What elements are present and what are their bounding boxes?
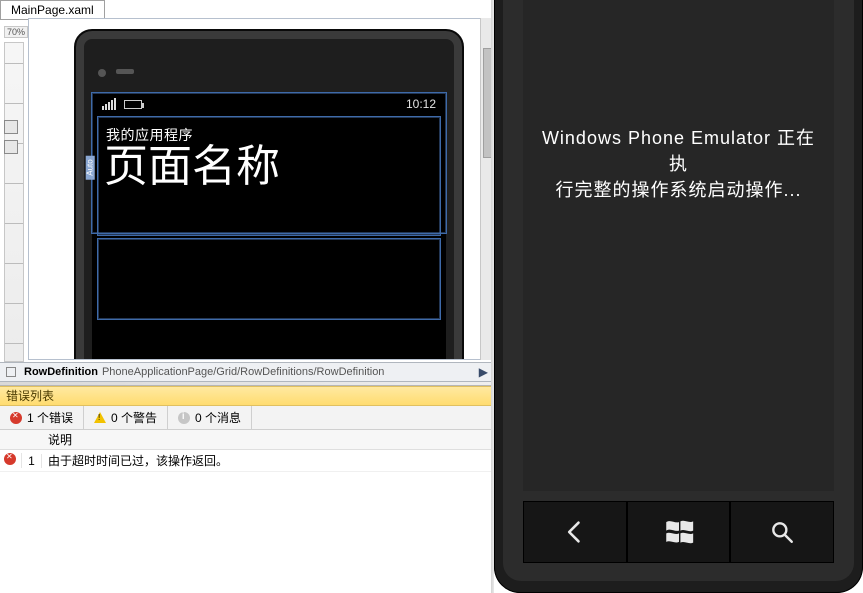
status-bar: 10:12 [92, 93, 446, 115]
tool-icon[interactable] [4, 120, 18, 134]
app-title-text[interactable]: 我的应用程序 [92, 115, 446, 145]
designer-pane: MainPage.xaml 70% [0, 0, 494, 593]
tool-icon[interactable] [4, 140, 18, 154]
emulator-hw-buttons [523, 501, 834, 563]
error-table-header[interactable]: 说明 [0, 430, 494, 450]
xaml-designer-surface[interactable]: 10:12 Auto 我的应用程序 页面名称 [28, 18, 490, 360]
back-button[interactable] [523, 501, 627, 563]
breadcrumb-element[interactable]: RowDefinition [24, 366, 98, 378]
filter-errors-label: 1 个错误 [27, 409, 73, 426]
filter-errors[interactable]: 1 个错误 [0, 406, 84, 429]
error-icon [10, 412, 22, 424]
search-button[interactable] [730, 501, 834, 563]
file-tab[interactable]: MainPage.xaml [0, 0, 105, 20]
element-breadcrumb[interactable]: RowDefinition PhoneApplicationPage/Grid/… [0, 362, 494, 382]
filter-warnings-label: 0 个警告 [111, 409, 157, 426]
status-time: 10:12 [406, 97, 436, 111]
chevron-right-icon[interactable]: ▶ [479, 365, 488, 379]
designer-side-tools[interactable] [4, 120, 22, 154]
error-list-table: 说明 1 由于超时时间已过，该操作返回。 [0, 430, 494, 472]
emulator-status-message: Windows Phone Emulator 正在执 行完整的操作系统启动操作.… [523, 125, 834, 203]
warning-icon [94, 412, 106, 423]
col-description[interactable]: 说明 [42, 431, 494, 448]
vertical-ruler [4, 42, 24, 362]
phone-device-mockup: 10:12 Auto 我的应用程序 页面名称 [74, 29, 464, 360]
row-adorner-label: Auto [86, 155, 95, 179]
battery-icon [124, 100, 142, 109]
row-number: 1 [22, 454, 42, 468]
row-description: 由于超时时间已过，该操作返回。 [42, 452, 494, 469]
emulator-screen[interactable]: Windows Phone Emulator 正在执 行完整的操作系统启动操作.… [523, 0, 834, 491]
breadcrumb-path[interactable]: PhoneApplicationPage/Grid/RowDefinitions… [102, 366, 385, 378]
phone-speaker-icon [116, 69, 134, 74]
emulator-device-frame: Windows Phone Emulator 正在执 行完整的操作系统启动操作.… [494, 0, 863, 593]
error-list-title[interactable]: 错误列表 [0, 386, 494, 406]
filter-warnings[interactable]: 0 个警告 [84, 406, 168, 429]
signal-icon [102, 98, 116, 110]
phone-screen[interactable]: 10:12 Auto 我的应用程序 页面名称 [92, 93, 446, 360]
filter-messages[interactable]: 0 个消息 [168, 406, 252, 429]
zoom-level[interactable]: 70% [4, 26, 28, 38]
table-row[interactable]: 1 由于超时时间已过，该操作返回。 [0, 450, 494, 472]
phone-sensor-icon [98, 69, 106, 77]
error-filter-bar: 1 个错误 0 个警告 0 个消息 [0, 406, 494, 430]
filter-messages-label: 0 个消息 [195, 409, 241, 426]
start-button[interactable] [627, 501, 731, 563]
error-icon [4, 453, 16, 465]
page-title-text[interactable]: 页面名称 [92, 145, 446, 199]
emulator-pane: Windows Phone Emulator 正在执 行完整的操作系统启动操作.… [494, 0, 863, 593]
info-icon [178, 412, 190, 424]
breadcrumb-icon [6, 367, 16, 377]
selection-outline-row2[interactable] [98, 239, 440, 319]
